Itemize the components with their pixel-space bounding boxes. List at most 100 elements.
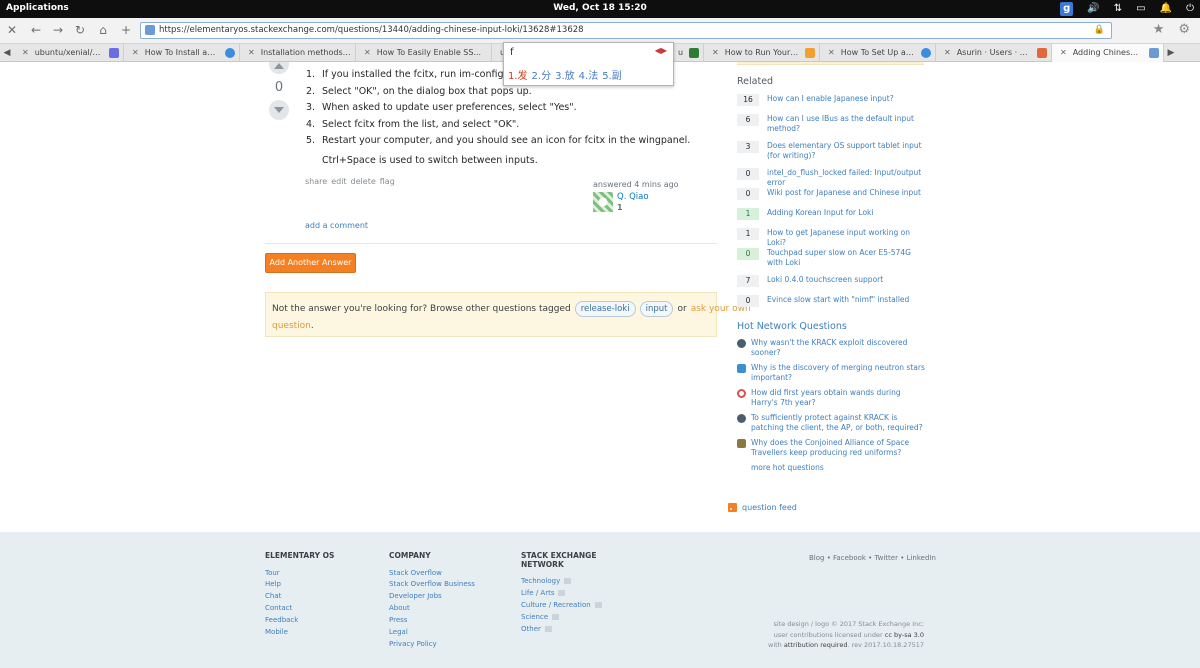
power-icon[interactable]: ⏻ xyxy=(1186,2,1194,16)
home-icon[interactable]: ⌂ xyxy=(95,22,111,38)
tab-item[interactable]: ✕ How to Run Your Ow... xyxy=(704,44,820,62)
close-tab-icon[interactable]: ✕ xyxy=(1060,44,1067,62)
ime-candidate[interactable]: 2.分 xyxy=(532,67,552,82)
related-title[interactable]: Evince slow start with "nimf" installed xyxy=(767,295,927,305)
hot-network-questions-heading[interactable]: Hot Network Questions xyxy=(737,321,847,332)
tab-item[interactable]: ✕ Asurin · Users · Admi... xyxy=(936,44,1052,62)
ime-candidate[interactable]: 5.副 xyxy=(602,67,622,82)
hot-question-item[interactable]: Why does the Conjoined Alliance of Space… xyxy=(737,438,927,463)
flag-link[interactable]: flag xyxy=(380,177,395,186)
footer-link[interactable]: Stack Overflow Business xyxy=(389,579,475,591)
related-title[interactable]: How can I use IBus as the default input … xyxy=(767,114,927,133)
url-text[interactable]: https://elementaryos.stackexchange.com/q… xyxy=(159,25,584,35)
footer-link[interactable]: Other xyxy=(521,624,611,636)
related-item[interactable]: 6 How can I use IBus as the default input… xyxy=(737,114,927,141)
lock-icon[interactable]: 🔒 xyxy=(1094,25,1105,35)
tabs-scroll-left-icon[interactable]: ◀ xyxy=(0,44,14,61)
related-title[interactable]: intel_do_flush_locked failed: Input/outp… xyxy=(767,168,927,187)
user-name-link[interactable]: Q. Qiao xyxy=(617,192,649,202)
add-comment-link[interactable]: add a comment xyxy=(305,221,368,230)
hot-question-item[interactable]: Why wasn't the KRACK exploit discovered … xyxy=(737,338,927,363)
close-tab-icon[interactable]: ✕ xyxy=(364,44,371,62)
related-item[interactable]: 3 Does elementary OS support tablet input… xyxy=(737,141,927,168)
hot-question-title[interactable]: Why wasn't the KRACK exploit discovered … xyxy=(751,338,927,357)
related-title[interactable]: Loki 0.4.0 touchscreen support xyxy=(767,275,927,285)
reload-icon[interactable]: ↻ xyxy=(72,22,88,38)
related-item[interactable]: 16 How can I enable Japanese input? xyxy=(737,94,927,114)
bookmark-star-icon[interactable]: ★ xyxy=(1153,22,1165,37)
footer-link[interactable]: About xyxy=(389,603,475,615)
tab-item[interactable]: ✕ Installation methods for... xyxy=(240,44,356,62)
hot-question-item[interactable]: To sufficiently protect against KRACK is… xyxy=(737,413,927,438)
network-icon[interactable]: ⇅ xyxy=(1114,2,1122,16)
edit-link[interactable]: edit xyxy=(331,177,346,186)
close-icon[interactable]: ✕ xyxy=(4,22,20,38)
back-icon[interactable]: ← xyxy=(28,22,44,38)
ime-candidate[interactable]: 4.法 xyxy=(579,67,599,82)
tab-item[interactable]: ✕ How To Set Up a Priv... xyxy=(820,44,936,62)
related-title[interactable]: Wiki post for Japanese and Chinese input xyxy=(767,188,927,198)
footer-link[interactable]: Developer Jobs xyxy=(389,591,475,603)
downvote-arrow-icon[interactable] xyxy=(269,100,289,120)
g-app-icon[interactable]: g xyxy=(1060,2,1074,16)
related-title[interactable]: How to get Japanese input working on Lok… xyxy=(767,228,927,247)
hot-question-title[interactable]: How did first years obtain wands during … xyxy=(751,388,927,407)
close-tab-icon[interactable]: ✕ xyxy=(22,44,29,62)
footer-link[interactable]: Life / Arts xyxy=(521,588,611,600)
footer-link[interactable]: Culture / Recreation xyxy=(521,600,611,612)
footer-link[interactable]: Help xyxy=(265,579,334,591)
hot-question-title[interactable]: Why is the discovery of merging neutron … xyxy=(751,363,927,382)
tag-input[interactable]: input xyxy=(639,301,674,317)
tab-item-active[interactable]: ✕ Adding Chinese Input... xyxy=(1052,44,1164,62)
footer-link[interactable]: Technology xyxy=(521,576,611,588)
attribution-link[interactable]: attribution required xyxy=(784,641,848,649)
related-title[interactable]: How can I enable Japanese input? xyxy=(767,94,927,104)
hot-question-item[interactable]: How did first years obtain wands during … xyxy=(737,388,927,413)
footer-link[interactable]: Mobile xyxy=(265,627,334,639)
hot-question-title[interactable]: Why does the Conjoined Alliance of Space… xyxy=(751,438,927,457)
volume-icon[interactable]: 🔊 xyxy=(1087,2,1099,16)
ime-candidate[interactable]: 1.发 xyxy=(508,67,528,82)
related-title[interactable]: Touchpad super slow on Acer E5-574G with… xyxy=(767,248,927,267)
close-tab-icon[interactable]: ✕ xyxy=(132,44,139,62)
tab-item[interactable]: ubu... xyxy=(670,44,704,62)
footer-link[interactable]: Stack Overflow xyxy=(389,568,475,580)
upvote-arrow-icon[interactable] xyxy=(269,62,289,74)
footer-link[interactable]: Tour xyxy=(265,568,334,580)
close-tab-icon[interactable]: ✕ xyxy=(828,44,835,62)
address-bar[interactable]: https://elementaryos.stackexchange.com/q… xyxy=(140,22,1112,39)
related-item[interactable]: 1 Adding Korean Input for Loki xyxy=(737,208,927,228)
tab-item[interactable]: ✕ How To Install and C... xyxy=(124,44,240,62)
delete-link[interactable]: delete xyxy=(351,177,376,186)
footer-link[interactable]: Press xyxy=(389,615,475,627)
footer-link[interactable]: Contact xyxy=(265,603,334,615)
more-hot-questions-link[interactable]: more hot questions xyxy=(751,463,824,472)
related-item[interactable]: 0 Wiki post for Japanese and Chinese inpu… xyxy=(737,188,927,208)
tab-item[interactable]: ✕ ubuntu/xenial/gitlab-... xyxy=(14,44,124,62)
ime-page-arrows-icon[interactable]: ◀▶ xyxy=(655,46,667,55)
settings-gear-icon[interactable]: ⚙ xyxy=(1178,22,1190,37)
ask-question-link-cont[interactable]: question xyxy=(272,321,311,331)
license-link[interactable]: cc by-sa 3.0 xyxy=(885,631,924,639)
close-tab-icon[interactable]: ✕ xyxy=(712,44,719,62)
footer-link[interactable]: Science xyxy=(521,612,611,624)
question-feed[interactable]: question feed xyxy=(728,503,797,512)
clock[interactable]: Wed, Oct 18 15:20 xyxy=(0,3,1200,13)
battery-icon[interactable]: ▭ xyxy=(1136,2,1145,16)
hot-question-item[interactable]: Why is the discovery of merging neutron … xyxy=(737,363,927,388)
footer-link[interactable]: Privacy Policy xyxy=(389,639,475,651)
footer-link[interactable]: Legal xyxy=(389,627,475,639)
related-item[interactable]: 0 Touchpad super slow on Acer E5-574G wit… xyxy=(737,248,927,275)
footer-link[interactable]: Feedback xyxy=(265,615,334,627)
footer-social-links[interactable]: Blog • Facebook • Twitter • LinkedIn xyxy=(809,554,936,562)
ime-candidate[interactable]: 3.放 xyxy=(555,67,575,82)
related-title[interactable]: Adding Korean Input for Loki xyxy=(767,208,927,218)
related-item[interactable]: 0 Evince slow start with "nimf" installed xyxy=(737,295,927,315)
add-another-answer-button[interactable]: Add Another Answer xyxy=(265,253,356,273)
related-item[interactable]: 1 How to get Japanese input working on Lo… xyxy=(737,228,927,248)
close-tab-icon[interactable]: ✕ xyxy=(944,44,951,62)
share-link[interactable]: share xyxy=(305,177,327,186)
forward-icon[interactable]: → xyxy=(50,22,66,38)
notifications-icon[interactable]: 🔔 xyxy=(1160,2,1172,16)
footer-link[interactable]: Chat xyxy=(265,591,334,603)
